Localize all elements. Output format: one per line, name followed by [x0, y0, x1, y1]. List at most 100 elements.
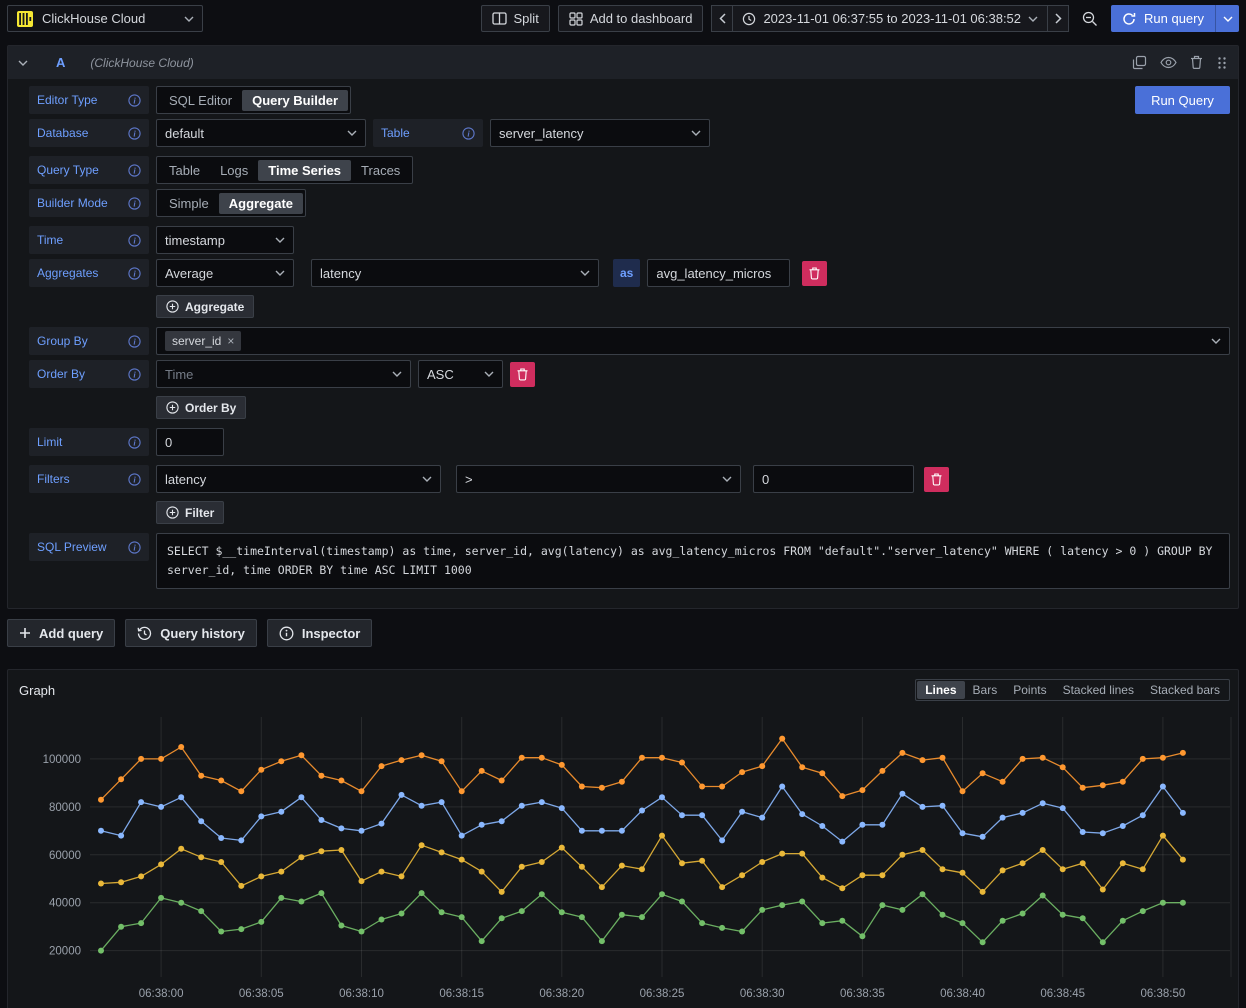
svg-text:06:38:50: 06:38:50 — [1141, 988, 1186, 1000]
editor-type-option-sql[interactable]: SQL Editor — [159, 90, 242, 111]
chevron-down-icon — [580, 270, 590, 276]
filter-column-select[interactable]: latency — [156, 465, 441, 493]
filter-operator-select[interactable]: > — [456, 465, 741, 493]
inspector-button[interactable]: Inspector — [267, 619, 373, 647]
alias-input[interactable]: avg_latency_micros — [647, 259, 790, 287]
info-icon: i — [128, 234, 141, 247]
info-icon: i — [462, 127, 475, 140]
order-by-label: Order By i — [29, 360, 149, 388]
add-order-by-button[interactable]: Order By — [156, 396, 246, 419]
editor-type-option-builder[interactable]: Query Builder — [242, 90, 348, 111]
chevron-down-icon — [347, 130, 357, 136]
table-select[interactable]: server_latency — [490, 119, 710, 147]
chevron-down-icon — [1211, 338, 1221, 344]
query-type-label: Query Type i — [29, 156, 149, 184]
time-range-button[interactable]: 2023-11-01 06:37:55 to 2023-11-01 06:38:… — [733, 5, 1047, 32]
graph-style-bars[interactable]: Bars — [965, 681, 1006, 699]
query-type-option-table[interactable]: Table — [159, 160, 210, 181]
add-aggregate-button[interactable]: Aggregate — [156, 295, 254, 318]
builder-mode-option-simple[interactable]: Simple — [159, 193, 219, 214]
timeseries-chart[interactable]: 2000040000600008000010000006:38:0006:38:… — [16, 709, 1232, 1007]
builder-mode-row: Builder Mode i Simple Aggregate — [29, 189, 1230, 217]
split-button[interactable]: Split — [481, 5, 550, 32]
remove-tag-icon[interactable]: × — [227, 334, 234, 348]
svg-text:i: i — [133, 369, 136, 379]
chevron-down-icon — [184, 16, 194, 22]
svg-text:i: i — [133, 165, 136, 175]
query-type-option-logs[interactable]: Logs — [210, 160, 258, 181]
history-icon — [137, 626, 152, 641]
aggregate-column-select[interactable]: latency — [311, 259, 599, 287]
svg-text:80000: 80000 — [49, 802, 81, 814]
split-label: Split — [514, 11, 539, 26]
remove-query-trash-icon[interactable] — [1190, 55, 1203, 70]
query-type-toggle: Table Logs Time Series Traces — [156, 156, 413, 184]
chevron-down-icon — [1223, 16, 1233, 22]
editor-type-toggle: SQL Editor Query Builder — [156, 86, 351, 114]
group-by-tag[interactable]: server_id × — [165, 331, 241, 351]
trash-icon — [931, 473, 942, 486]
graph-style-stacked-bars[interactable]: Stacked bars — [1142, 681, 1228, 699]
datasource-name: ClickHouse Cloud — [42, 11, 176, 26]
svg-text:i: i — [133, 474, 136, 484]
trash-icon — [809, 267, 820, 280]
drag-handle-icon[interactable] — [1216, 56, 1228, 70]
graph-header: Graph Lines Bars Points Stacked lines St… — [8, 670, 1238, 705]
add-filter-button[interactable]: Filter — [156, 501, 224, 524]
builder-mode-label: Builder Mode i — [29, 189, 149, 217]
zoom-out-time-button[interactable] — [1077, 5, 1103, 32]
datasource-picker[interactable]: ClickHouse Cloud — [7, 5, 203, 32]
time-row: Time i timestamp — [29, 226, 1230, 254]
add-to-dashboard-button[interactable]: Add to dashboard — [558, 5, 704, 32]
info-icon: i — [128, 335, 141, 348]
svg-text:06:38:35: 06:38:35 — [840, 988, 885, 1000]
editor-type-label: Editor Type i — [29, 86, 149, 114]
time-column-select[interactable]: timestamp — [156, 226, 294, 254]
time-shift-back-button[interactable] — [711, 5, 733, 32]
panel-run-query-button[interactable]: Run Query — [1135, 86, 1230, 114]
query-type-option-traces[interactable]: Traces — [351, 160, 410, 181]
aggregates-row: Aggregates i Average latency as avg_late… — [29, 259, 1230, 287]
refresh-icon — [1122, 12, 1136, 26]
graph-style-lines[interactable]: Lines — [917, 681, 964, 699]
collapse-chevron-icon[interactable] — [18, 60, 28, 66]
duplicate-query-icon[interactable] — [1132, 55, 1147, 70]
limit-input[interactable]: 0 — [156, 428, 224, 456]
order-by-direction-select[interactable]: ASC — [418, 360, 503, 388]
aggregate-function-select[interactable]: Average — [156, 259, 294, 287]
order-by-field-select[interactable]: Time — [156, 360, 411, 388]
time-range-picker: 2023-11-01 06:37:55 to 2023-11-01 06:38:… — [711, 5, 1069, 32]
svg-text:20000: 20000 — [49, 946, 81, 958]
group-by-multiselect[interactable]: server_id × — [156, 327, 1230, 355]
filter-value-input[interactable]: 0 — [753, 465, 914, 493]
query-history-button[interactable]: Query history — [125, 619, 257, 647]
graph-style-stacked-lines[interactable]: Stacked lines — [1055, 681, 1142, 699]
chevron-down-icon — [722, 476, 732, 482]
run-query-button[interactable]: Run query — [1111, 5, 1215, 32]
builder-mode-option-aggregate[interactable]: Aggregate — [219, 193, 303, 214]
database-select[interactable]: default — [156, 119, 366, 147]
time-shift-forward-button[interactable] — [1047, 5, 1069, 32]
remove-order-by-button[interactable] — [510, 362, 535, 387]
explore-actions: Add query Query history Inspector — [7, 619, 1239, 647]
chevron-down-icon — [484, 371, 494, 377]
add-query-button[interactable]: Add query — [7, 619, 115, 647]
graph-panel: Graph Lines Bars Points Stacked lines St… — [7, 669, 1239, 1008]
run-query-options-button[interactable] — [1215, 5, 1239, 32]
graph-style-points[interactable]: Points — [1005, 681, 1054, 699]
query-type-option-timeseries[interactable]: Time Series — [258, 160, 351, 181]
query-header[interactable]: A (ClickHouse Cloud) — [8, 46, 1238, 79]
remove-aggregate-button[interactable] — [802, 261, 827, 286]
magnifier-minus-icon — [1082, 11, 1098, 27]
info-icon: i — [128, 267, 141, 280]
info-icon: i — [128, 473, 141, 486]
database-label: Database i — [29, 119, 149, 147]
info-icon: i — [128, 368, 141, 381]
svg-text:06:38:05: 06:38:05 — [239, 988, 284, 1000]
remove-filter-button[interactable] — [924, 467, 949, 492]
graph-style-toggle: Lines Bars Points Stacked lines Stacked … — [915, 679, 1230, 701]
hide-response-eye-icon[interactable] — [1160, 56, 1177, 69]
chevron-down-icon — [1028, 16, 1038, 22]
clock-icon — [742, 12, 756, 26]
chevron-right-icon — [1055, 13, 1062, 24]
